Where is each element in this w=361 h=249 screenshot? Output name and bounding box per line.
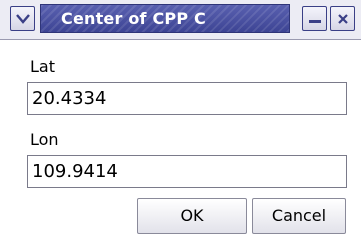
lat-field[interactable] [27,82,347,115]
dialog-window: Center of CPP C Lat Lon OK Cancel [0,0,361,249]
window-menu-button[interactable] [10,6,35,31]
lon-label: Lon [30,130,59,149]
chevron-down-icon [16,14,30,24]
lon-field[interactable] [27,155,347,188]
minimize-button[interactable] [302,6,327,31]
title-bar[interactable]: Center of CPP C [0,0,361,40]
title-area[interactable]: Center of CPP C [40,4,290,33]
window-title: Center of CPP C [61,9,206,28]
ok-button[interactable]: OK [137,198,247,234]
cancel-button[interactable]: Cancel [252,198,346,234]
close-button[interactable] [330,6,355,31]
lat-label: Lat [30,57,55,76]
close-icon [338,14,348,24]
minimize-icon [309,20,321,23]
